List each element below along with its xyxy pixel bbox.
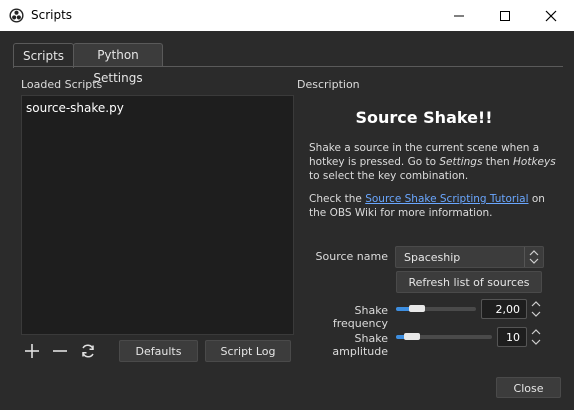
desc-text-part: Check the [309,193,366,205]
chevron-down-icon [531,339,541,345]
chevron-up-icon [531,301,541,307]
desc-text-part: to select the key combination. [309,170,469,182]
up-down-chevron-icon [529,250,539,264]
description-label: Description [297,78,360,91]
list-item[interactable]: source-shake.py [26,101,124,115]
select-arrows [524,247,543,267]
settings-emphasis: Settings [439,156,483,168]
shake-frequency-label: Shake frequency [332,304,388,330]
close-window-button[interactable] [528,0,574,31]
close-icon [545,10,557,21]
tab-scripts[interactable]: Scripts [13,43,74,68]
maximize-icon [500,10,510,21]
loaded-scripts-label: Loaded Scripts [21,78,103,91]
shake-amplitude-stepper[interactable] [529,327,543,347]
obs-logo-icon [9,8,24,23]
add-script-button[interactable] [22,341,42,361]
maximize-button[interactable] [482,0,528,31]
shake-amplitude-input[interactable]: 10 [497,327,527,347]
source-name-label: Source name [315,250,388,263]
tab-python-settings[interactable]: Python Settings [73,43,163,85]
source-name-select[interactable]: Spaceship [395,246,544,268]
minimize-icon [454,15,464,16]
minimize-button[interactable] [436,0,482,31]
remove-script-button[interactable] [50,341,70,361]
shake-amplitude-slider[interactable] [396,333,492,340]
chevron-up-icon [531,329,541,335]
refresh-sources-button[interactable]: Refresh list of sources [396,271,542,293]
decrement-button[interactable] [529,337,543,347]
increment-button[interactable] [529,327,543,337]
script-title: Source Shake!! [355,108,493,127]
refresh-icon [82,344,94,358]
shake-frequency-stepper[interactable] [529,299,543,319]
reload-script-button[interactable] [78,341,98,361]
source-name-value: Spaceship [404,251,461,264]
shake-frequency-input[interactable]: 2,00 [481,299,527,319]
window-title: Scripts [31,8,73,22]
plus-icon [25,344,39,358]
chevron-down-icon [531,311,541,317]
close-button[interactable]: Close [496,377,561,398]
slider-handle[interactable] [404,333,420,340]
title-bar: Scripts [0,0,574,31]
desc-text-part: then [482,156,514,168]
decrement-button[interactable] [529,309,543,319]
tab-pane-border [13,66,563,67]
minus-icon [53,350,67,352]
description-paragraph-2: Check the Source Shake Scripting Tutoria… [309,192,559,220]
shake-frequency-slider[interactable] [396,305,476,312]
description-paragraph-1: Shake a source in the current scene when… [309,141,559,183]
shake-amplitude-label: Shake amplitude [332,332,388,358]
defaults-button[interactable]: Defaults [119,340,198,362]
tutorial-link[interactable]: Source Shake Scripting Tutorial [365,193,528,205]
scripts-list[interactable]: source-shake.py [21,95,294,335]
increment-button[interactable] [529,299,543,309]
hotkeys-emphasis: Hotkeys [513,156,556,168]
script-log-button[interactable]: Script Log [205,340,291,362]
slider-handle[interactable] [409,305,425,312]
shake-amplitude-value: 10 [506,331,520,344]
shake-frequency-value: 2,00 [495,303,521,316]
